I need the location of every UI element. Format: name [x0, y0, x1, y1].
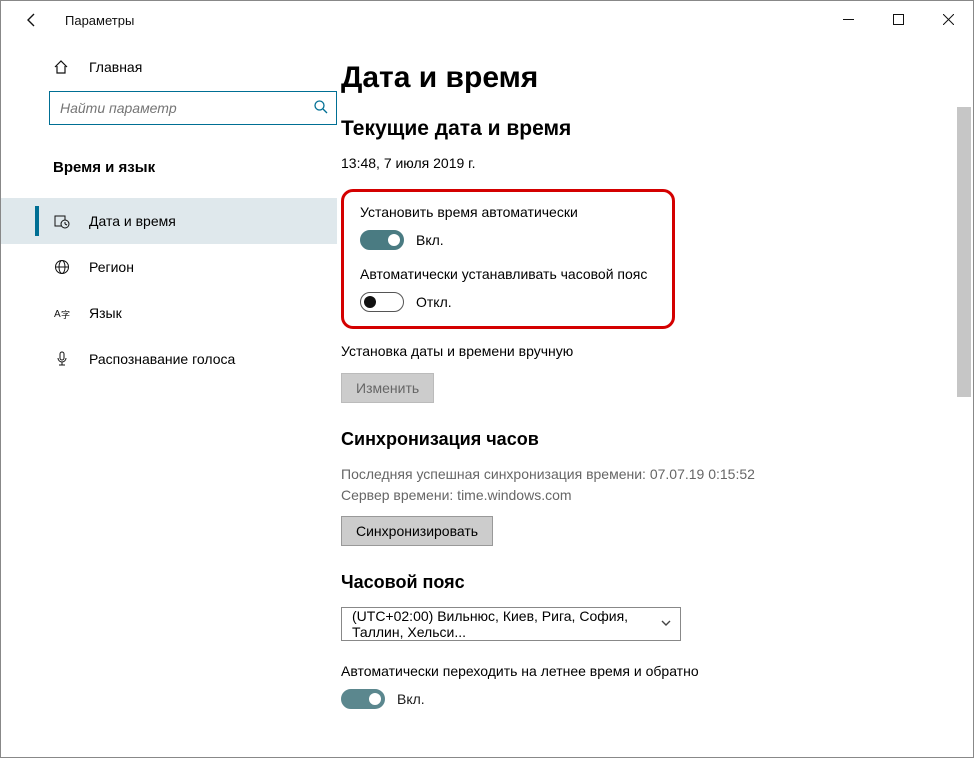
- svg-text:字: 字: [61, 309, 70, 320]
- sidebar-item-date-time[interactable]: Дата и время: [1, 198, 337, 244]
- scrollbar-thumb[interactable]: [957, 107, 971, 397]
- search-input[interactable]: [49, 91, 337, 125]
- highlight-annotation: Установить время автоматически Вкл. Авто…: [341, 189, 675, 329]
- manual-set-label: Установка даты и времени вручную: [341, 343, 973, 359]
- sidebar-item-region[interactable]: Регион: [1, 244, 337, 290]
- globe-icon: [53, 259, 71, 275]
- timezone-value: (UTC+02:00) Вильнюс, Киев, Рига, София, …: [352, 608, 660, 640]
- back-button[interactable]: [19, 7, 45, 33]
- back-arrow-icon: [24, 12, 40, 28]
- home-link[interactable]: Главная: [1, 53, 337, 81]
- sidebar: Главная Время и язык Дата и время Регион…: [1, 39, 337, 757]
- scrollbar-track[interactable]: [957, 107, 971, 751]
- maximize-button[interactable]: [873, 1, 923, 37]
- tz-heading: Часовой пояс: [341, 572, 973, 593]
- calendar-clock-icon: [53, 213, 71, 229]
- home-icon: [53, 59, 71, 75]
- auto-tz-toggle[interactable]: [360, 292, 404, 312]
- titlebar: Параметры: [1, 1, 973, 39]
- category-heading: Время и язык: [1, 149, 337, 186]
- sidebar-item-language[interactable]: A字 Язык: [1, 290, 337, 336]
- minimize-button[interactable]: [823, 1, 873, 37]
- timezone-dropdown[interactable]: (UTC+02:00) Вильнюс, Киев, Рига, София, …: [341, 607, 681, 641]
- sync-info: Последняя успешная синхронизация времени…: [341, 464, 973, 506]
- current-datetime-heading: Текущие дата и время: [341, 117, 973, 141]
- auto-tz-state: Откл.: [416, 294, 452, 310]
- sync-server: Сервер времени: time.windows.com: [341, 487, 572, 503]
- minimize-icon: [843, 14, 854, 25]
- chevron-down-icon: [660, 617, 672, 632]
- language-icon: A字: [53, 305, 71, 321]
- sidebar-item-speech[interactable]: Распознавание голоса: [1, 336, 337, 382]
- microphone-icon: [53, 351, 71, 367]
- dst-state: Вкл.: [397, 691, 425, 707]
- page-heading: Дата и время: [341, 61, 973, 95]
- sidebar-item-label: Регион: [89, 259, 134, 275]
- auto-time-label: Установить время автоматически: [360, 204, 656, 220]
- sync-last: Последняя успешная синхронизация времени…: [341, 466, 755, 482]
- search-wrap: [49, 91, 337, 125]
- sync-heading: Синхронизация часов: [341, 429, 973, 450]
- auto-time-state: Вкл.: [416, 232, 444, 248]
- sidebar-item-label: Дата и время: [89, 213, 176, 229]
- close-button[interactable]: [923, 1, 973, 37]
- sidebar-item-label: Распознавание голоса: [89, 351, 235, 367]
- close-icon: [943, 14, 954, 25]
- auto-time-toggle[interactable]: [360, 230, 404, 250]
- window-title: Параметры: [65, 13, 134, 28]
- change-button[interactable]: Изменить: [341, 373, 434, 403]
- dst-toggle[interactable]: [341, 689, 385, 709]
- window-controls: [823, 1, 973, 37]
- search-icon: [313, 99, 329, 118]
- svg-text:A: A: [54, 309, 61, 320]
- home-label: Главная: [89, 59, 142, 75]
- sidebar-item-label: Язык: [89, 305, 122, 321]
- maximize-icon: [893, 14, 904, 25]
- auto-tz-label: Автоматически устанавливать часовой пояс: [360, 266, 656, 282]
- dst-label: Автоматически переходить на летнее время…: [341, 663, 973, 679]
- main-content: Дата и время Текущие дата и время 13:48,…: [337, 39, 973, 757]
- sync-button[interactable]: Синхронизировать: [341, 516, 493, 546]
- current-datetime-value: 13:48, 7 июля 2019 г.: [341, 155, 973, 171]
